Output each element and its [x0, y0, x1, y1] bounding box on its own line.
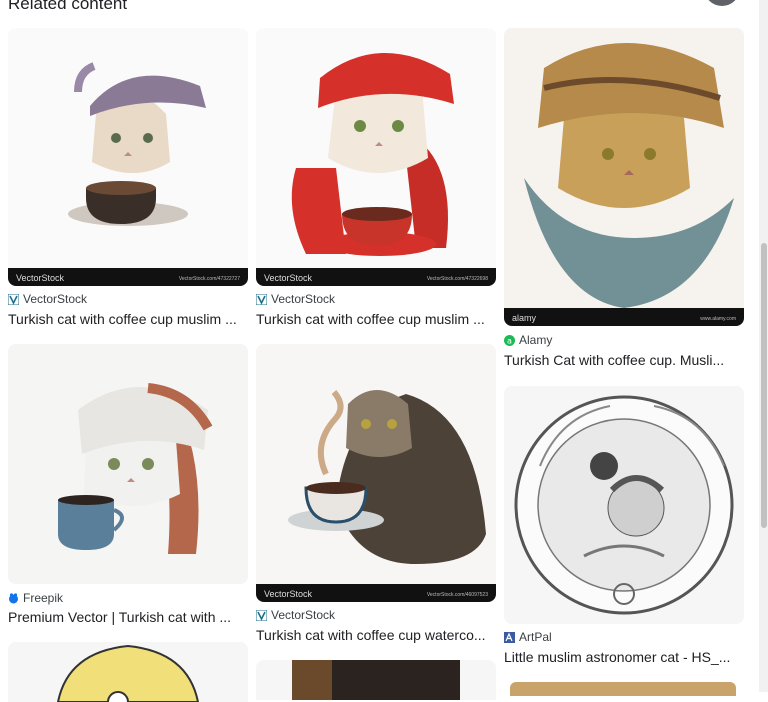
source-name: Freepik	[23, 591, 64, 605]
source-name: VectorStock	[23, 292, 88, 306]
freepik-icon	[9, 592, 18, 603]
result-thumbnail[interactable]	[256, 660, 496, 700]
watermark-url: VectorStock.com/47322698	[426, 276, 488, 282]
result-title[interactable]: Little muslim astronomer cat - HS_...	[504, 649, 734, 665]
source-row[interactable]: VectorStock	[256, 607, 335, 623]
result-thumbnail[interactable]	[504, 386, 744, 624]
result-thumbnail[interactable]: alamy www.alamy.com	[504, 28, 744, 326]
vectorstock-icon	[256, 293, 267, 305]
watermark-url: VectorStock.com/46097523	[426, 592, 488, 598]
source-name: ArtPal	[519, 630, 552, 644]
result-title[interactable]: Turkish Cat with coffee cup. Musli...	[504, 352, 730, 368]
source-row[interactable]: a Alamy	[504, 332, 552, 348]
artpal-icon	[504, 631, 515, 643]
result-title[interactable]: Turkish cat with coffee cup waterco...	[256, 627, 496, 643]
vectorstock-icon	[8, 293, 19, 305]
watermark-label: VectorStock	[264, 273, 313, 283]
watermark-url: VectorStock.com/47322727	[178, 276, 240, 282]
result-thumbnail[interactable]	[8, 344, 248, 584]
alamy-icon: a	[504, 334, 515, 346]
result-title[interactable]: Turkish cat with coffee cup muslim ...	[8, 311, 248, 327]
watermark-label: VectorStock	[16, 273, 65, 283]
result-thumbnail[interactable]: VectorStock VectorStock.com/47322727	[8, 28, 248, 286]
result-thumbnail[interactable]	[510, 682, 736, 696]
result-title[interactable]: Turkish cat with coffee cup muslim ...	[256, 311, 496, 327]
section-heading: Related content	[8, 0, 128, 13]
watermark-url: www.alamy.com	[700, 316, 736, 322]
avatar-button[interactable]	[704, 0, 740, 6]
vectorstock-icon	[256, 609, 267, 621]
source-row[interactable]: VectorStock	[8, 291, 87, 307]
result-thumbnail[interactable]: VectorStock VectorStock.com/47322698	[256, 28, 496, 286]
result-title[interactable]: Premium Vector | Turkish cat with ...	[8, 609, 234, 625]
source-row[interactable]: ArtPal	[504, 629, 552, 645]
watermark-label: VectorStock	[264, 589, 313, 599]
source-name: VectorStock	[271, 608, 336, 622]
source-row[interactable]: VectorStock	[256, 291, 335, 307]
result-thumbnail[interactable]	[8, 642, 248, 702]
source-name: Alamy	[519, 333, 553, 347]
result-thumbnail[interactable]: VectorStock VectorStock.com/46097523	[256, 344, 496, 602]
watermark-label: alamy	[512, 313, 537, 323]
source-row[interactable]: Freepik	[8, 590, 63, 606]
svg-text:a: a	[507, 336, 512, 345]
source-name: VectorStock	[271, 292, 336, 306]
scrollbar-thumb[interactable]	[761, 243, 767, 528]
